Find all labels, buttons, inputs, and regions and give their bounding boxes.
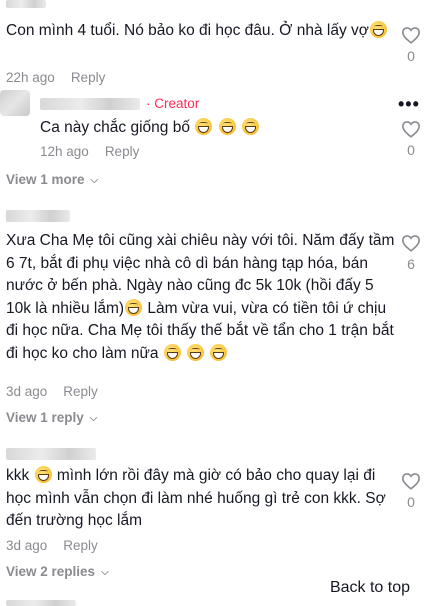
like-count: 0 [407, 142, 415, 158]
grinning-sweat-emoji [34, 466, 52, 483]
commenter-name-blurred[interactable] [40, 98, 140, 110]
commenter-name-blurred[interactable] [6, 600, 76, 606]
grinning-sweat-emoji [163, 343, 181, 361]
heart-icon [401, 473, 421, 490]
grinning-sweat-emoji [210, 343, 228, 361]
grinning-sweat-emoji [187, 343, 205, 361]
view-replies-button[interactable]: View 2 replies ⌵ [6, 564, 109, 579]
comment-text: Con mình 4 tuổi. Nó bảo ko đi học đâu. Ở… [6, 20, 396, 43]
reply-button[interactable]: Reply [71, 70, 106, 85]
like-count: 0 [407, 494, 415, 510]
comment-meta: 3d ago Reply [6, 538, 98, 553]
avatar[interactable] [0, 90, 30, 116]
like-button[interactable]: 0 [398, 120, 424, 158]
grinning-sweat-emoji [195, 118, 213, 135]
view-more-replies-button[interactable]: View 1 more ⌵ [6, 172, 98, 187]
grinning-sweat-emoji [125, 298, 143, 316]
comment-time: 3d ago [6, 384, 48, 399]
comment-meta: 22h ago Reply [6, 70, 105, 85]
reply-button[interactable]: Reply [105, 144, 140, 159]
reply-button[interactable]: Reply [63, 384, 98, 399]
chevron-down-icon: ⌵ [90, 175, 99, 186]
like-count: 0 [407, 48, 415, 64]
view-replies-button[interactable]: View 1 reply ⌵ [6, 410, 97, 425]
comment-time: 22h ago [6, 70, 55, 85]
comment-time: 3d ago [6, 538, 48, 553]
back-to-top-button[interactable]: Back to top [311, 570, 429, 606]
chevron-down-icon: ⌵ [101, 567, 109, 578]
like-button[interactable]: 6 [398, 234, 424, 272]
grinning-sweat-emoji [218, 118, 236, 135]
like-button[interactable]: 0 [398, 472, 424, 510]
like-count: 6 [407, 256, 415, 272]
commenter-name-blurred[interactable] [6, 0, 46, 8]
comment-text: Xưa Cha Mẹ tôi cũng xài chiêu này với tô… [6, 232, 399, 362]
comment-text: Ca này chắc giống bố [40, 117, 380, 140]
chevron-down-icon: ⌵ [89, 413, 98, 424]
comment-text: kkk mình lớn rồi đây mà giờ có bảo cho q… [6, 466, 391, 529]
like-button[interactable]: 0 [398, 26, 424, 64]
reply-button[interactable]: Reply [63, 538, 98, 553]
creator-badge: · Creator [146, 96, 200, 111]
heart-icon [401, 121, 421, 138]
heart-icon [401, 235, 421, 252]
comment-meta: 12h ago Reply [40, 144, 139, 159]
comment-meta: 3d ago Reply [6, 384, 98, 399]
comment-list: Con mình 4 tuổi. Nó bảo ko đi học đâu. Ở… [0, 0, 429, 606]
grinning-sweat-emoji [369, 21, 387, 38]
grinning-sweat-emoji [241, 118, 259, 135]
commenter-name-blurred[interactable] [6, 448, 96, 460]
comment-time: 12h ago [40, 144, 89, 159]
commenter-name-blurred[interactable] [6, 210, 70, 222]
more-options-icon[interactable]: ••• [398, 94, 420, 115]
heart-icon [401, 27, 421, 44]
